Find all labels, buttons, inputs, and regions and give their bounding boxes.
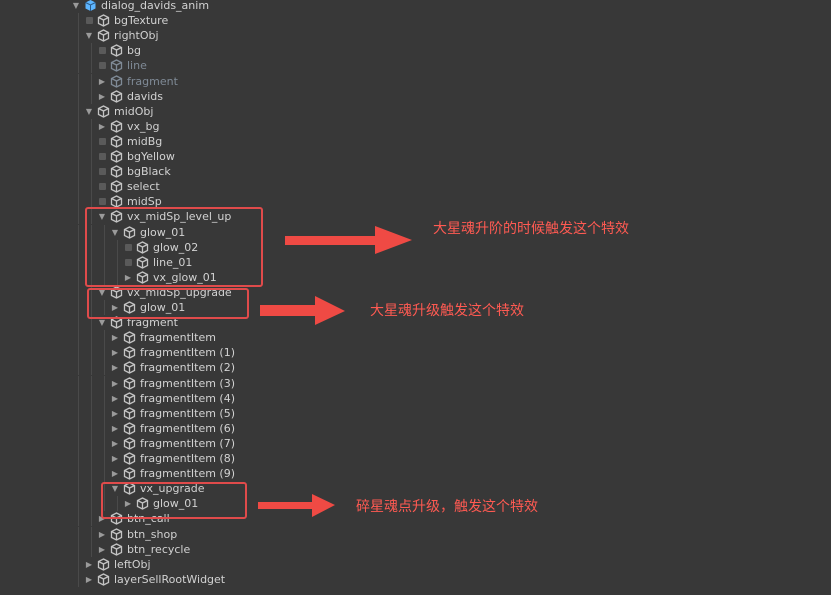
annotation-level-up: 大星魂升阶的时候触发这个特效 bbox=[433, 221, 629, 237]
arrow-3 bbox=[258, 494, 335, 517]
arrow-1 bbox=[285, 226, 412, 254]
annotation-upgrade: 大星魂升级触发这个特效 bbox=[370, 303, 524, 319]
annotation-fragment-upgrade: 碎星魂点升级，触发这个特效 bbox=[356, 499, 538, 515]
arrow-2 bbox=[260, 296, 345, 325]
